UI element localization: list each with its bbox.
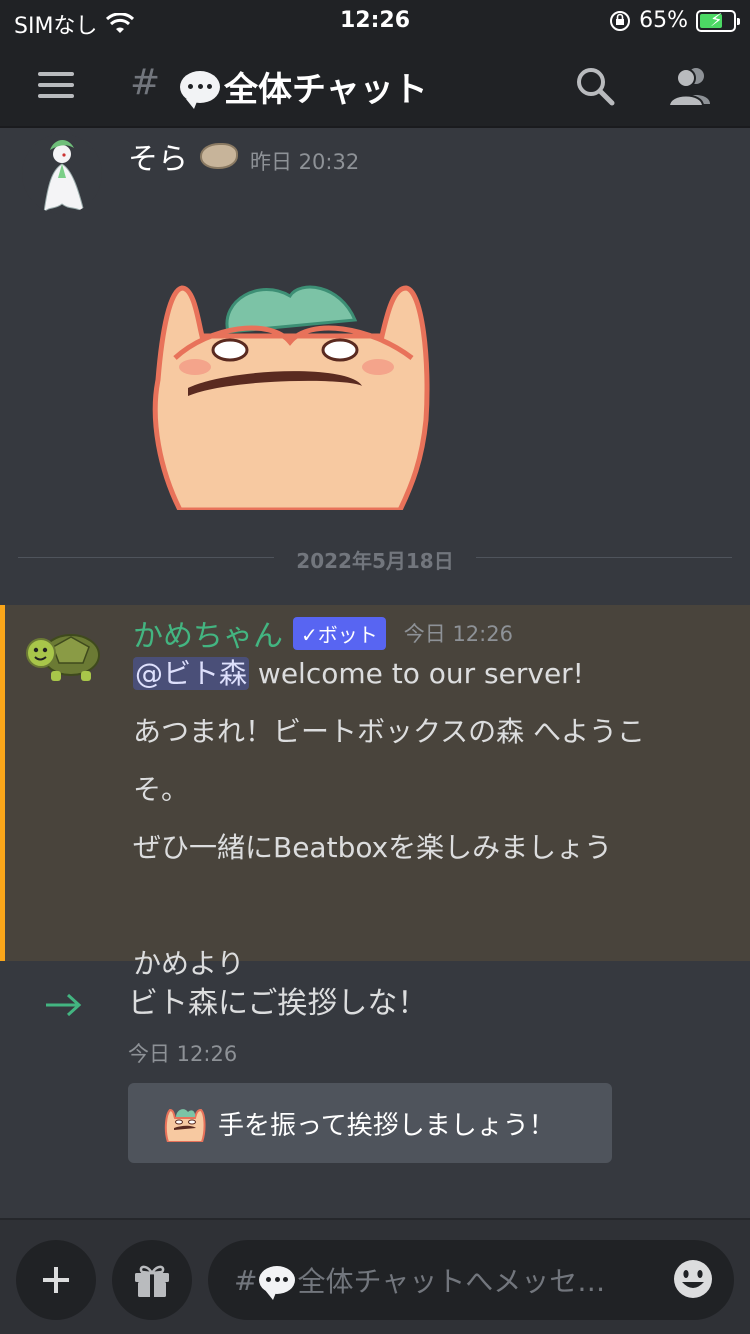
message-line-1: @ビト森 welcome to our server! xyxy=(133,645,733,703)
channel-title[interactable]: 全体チャット xyxy=(180,62,428,111)
join-message-text: ビト森にご挨拶しな！ xyxy=(128,986,428,1021)
avatar-kame[interactable] xyxy=(23,617,103,697)
gift-glyph xyxy=(135,1265,169,1297)
date-divider-label: 2022年5月18日 xyxy=(280,549,470,573)
gift-icon[interactable] xyxy=(112,1240,192,1320)
smile-icon[interactable] xyxy=(672,1258,714,1300)
search-icon[interactable] xyxy=(575,66,615,106)
author-name[interactable]: そら xyxy=(128,134,188,178)
message-timestamp: 昨日 20:32 xyxy=(250,150,360,174)
status-bar: SIMなし 12:26 65% ⚡ xyxy=(0,0,750,42)
plus-icon[interactable] xyxy=(16,1240,96,1320)
battery-icon: ⚡ xyxy=(696,9,740,32)
wave-greeting-button[interactable]: 手を振って挨拶しましょう！ xyxy=(128,1083,612,1163)
speech-bubble-icon xyxy=(180,70,220,109)
battery-percent: 65% xyxy=(639,8,688,33)
sticker-icon xyxy=(164,1108,206,1142)
message-line-5 xyxy=(133,877,733,935)
join-message-timestamp: 今日 12:26 xyxy=(128,1042,238,1066)
message-line-3: そ。 xyxy=(133,773,190,806)
message-line-4: ぜひ一緒にBeatboxを楽しみましょう xyxy=(133,831,613,864)
message-body: @ビト森 welcome to our server! あつまれ！ビートボックス… xyxy=(133,645,733,993)
message-line-2: あつまれ！ビートボックスの森 へようこ xyxy=(133,715,646,748)
oyster-icon xyxy=(200,143,238,169)
plus-glyph xyxy=(43,1267,69,1293)
message-timestamp: 今日 12:26 xyxy=(403,622,513,646)
channel-header: # 全体チャット xyxy=(0,42,750,128)
message-input[interactable]: # 全体チャットへメッセ… xyxy=(208,1240,734,1320)
highlighted-message[interactable]: かめちゃん ✓ボット 今日 12:26 @ビト森 welcome to our … xyxy=(0,605,750,980)
channel-name: 全体チャット xyxy=(224,70,428,110)
wave-button-label: 手を振って挨拶しましょう！ xyxy=(218,1110,555,1141)
status-right: 65% ⚡ xyxy=(609,8,740,33)
date-divider: 2022年5月18日 xyxy=(18,545,732,573)
message-list[interactable]: そら 昨日 20:32 2022年5月18日 かめちゃん ✓ボット 今日 12:… xyxy=(0,130,750,1218)
input-placeholder: # 全体チャットへメッセ… xyxy=(234,1260,605,1300)
speech-bubble-icon xyxy=(259,1266,296,1300)
message-line-1-text: welcome to our server! xyxy=(249,657,584,690)
arrow-right-icon xyxy=(46,993,82,1017)
user-mention[interactable]: @ビト森 xyxy=(133,657,250,690)
avatar-image xyxy=(22,134,102,214)
avatar-sora[interactable] xyxy=(22,134,102,214)
placeholder-text: 全体チャットへメッセ… xyxy=(297,1265,606,1298)
turtle-icon xyxy=(26,634,100,681)
message-header: そら 昨日 20:32 xyxy=(128,134,359,178)
members-icon[interactable] xyxy=(666,64,714,108)
composer-bar: # 全体チャットへメッセ… xyxy=(0,1218,750,1334)
channel-hash: # xyxy=(130,62,161,103)
placeholder-hash: # xyxy=(234,1263,258,1297)
orientation-lock-icon xyxy=(610,10,631,31)
hamburger-icon[interactable] xyxy=(38,72,74,98)
sticker-image[interactable] xyxy=(150,270,435,510)
